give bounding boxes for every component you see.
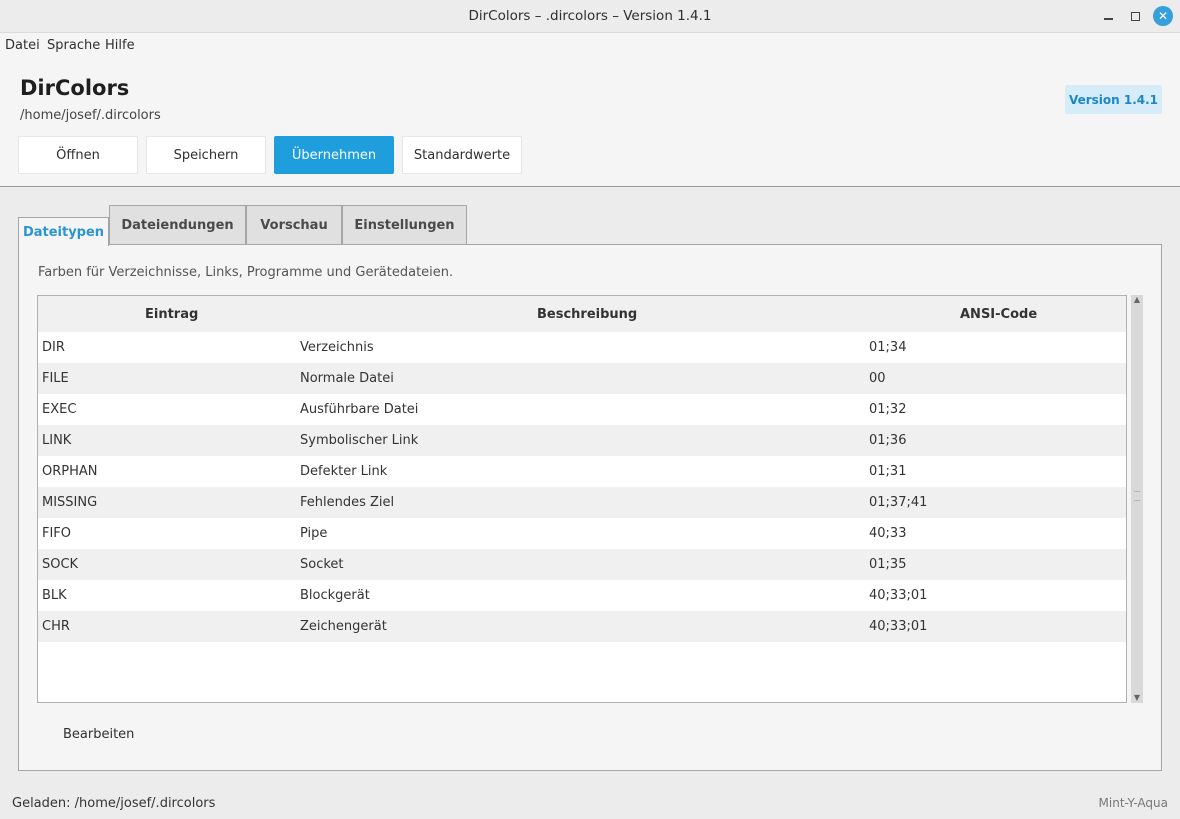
- table-row[interactable]: CHR Zeichengerät 40;33;01: [38, 611, 1126, 642]
- tab-einstellungen[interactable]: Einstellungen: [342, 205, 467, 245]
- cell-description: Zeichengerät: [300, 619, 387, 634]
- scroll-grip-icon[interactable]: [1134, 491, 1140, 501]
- tab-dateiendungen[interactable]: Dateiendungen: [109, 205, 246, 245]
- cell-ansi-code: 01;36: [869, 433, 907, 448]
- cell-ansi-code: 40;33: [869, 526, 907, 541]
- cell-description: Symbolischer Link: [300, 433, 419, 448]
- cell-entry: SOCK: [42, 557, 79, 572]
- apply-button[interactable]: Übernehmen: [274, 136, 394, 174]
- table-row[interactable]: DIR Verzeichnis 01;34: [38, 332, 1126, 363]
- table-row[interactable]: FIFO Pipe 40;33: [38, 518, 1126, 549]
- table-row[interactable]: MISSING Fehlendes Ziel 01;37;41: [38, 487, 1126, 518]
- status-message: Geladen: /home/josef/.dircolors: [12, 796, 216, 811]
- table-row[interactable]: LINK Symbolischer Link 01;36: [38, 425, 1126, 456]
- window-title: DirColors – .dircolors – Version 1.4.1: [468, 8, 712, 24]
- cell-description: Fehlendes Ziel: [300, 495, 395, 510]
- close-icon[interactable]: ✕: [1153, 6, 1173, 26]
- cell-ansi-code: 00: [869, 371, 886, 386]
- cell-description: Blockgerät: [300, 588, 370, 603]
- version-badge: Version 1.4.1: [1065, 85, 1162, 114]
- table-row[interactable]: BLK Blockgerät 40;33;01: [38, 580, 1126, 611]
- cell-ansi-code: 01;34: [869, 340, 907, 355]
- scroll-up-icon[interactable]: ▲: [1131, 295, 1143, 305]
- table-row[interactable]: ORPHAN Defekter Link 01;31: [38, 456, 1126, 487]
- table-row[interactable]: EXEC Ausführbare Datei 01;32: [38, 394, 1126, 425]
- cell-ansi-code: 40;33;01: [869, 619, 928, 634]
- status-bar: Geladen: /home/josef/.dircolors Mint-Y-A…: [0, 787, 1180, 819]
- tab-vorschau[interactable]: Vorschau: [246, 205, 342, 245]
- filetype-table: Eintrag Beschreibung ANSI-Code DIR Verze…: [37, 295, 1127, 703]
- table-header: Eintrag Beschreibung ANSI-Code: [38, 296, 1126, 332]
- minimize-icon[interactable]: [1099, 7, 1117, 25]
- tab-dateitypen[interactable]: Dateitypen: [18, 217, 109, 246]
- header: DirColors /home/josef/.dircolors Version…: [0, 58, 1180, 187]
- menu-bar: Datei Sprache Hilfe: [0, 33, 1180, 58]
- cell-entry: DIR: [42, 340, 65, 355]
- save-button[interactable]: Speichern: [146, 136, 266, 174]
- title-bar: DirColors – .dircolors – Version 1.4.1 ✕: [0, 0, 1180, 33]
- cell-description: Verzeichnis: [300, 340, 374, 355]
- cell-entry: CHR: [42, 619, 70, 634]
- cell-entry: ORPHAN: [42, 464, 98, 479]
- open-button[interactable]: Öffnen: [18, 136, 138, 174]
- cell-description: Defekter Link: [300, 464, 388, 479]
- cell-entry: FILE: [42, 371, 69, 386]
- cell-description: Socket: [300, 557, 344, 572]
- file-path: /home/josef/.dircolors: [20, 108, 161, 123]
- table-row[interactable]: FILE Normale Datei 00: [38, 363, 1126, 394]
- tab-panel: Farben für Verzeichnisse, Links, Program…: [18, 244, 1162, 771]
- cell-ansi-code: 01;32: [869, 402, 907, 417]
- cell-description: Pipe: [300, 526, 328, 541]
- theme-name: Mint-Y-Aqua: [1098, 796, 1168, 810]
- scroll-down-icon[interactable]: ▼: [1131, 693, 1143, 703]
- cell-ansi-code: 01;35: [869, 557, 907, 572]
- cell-description: Normale Datei: [300, 371, 394, 386]
- cell-ansi-code: 01;31: [869, 464, 907, 479]
- cell-ansi-code: 01;37;41: [869, 495, 928, 510]
- defaults-button[interactable]: Standardwerte: [402, 136, 522, 174]
- column-header-beschreibung[interactable]: Beschreibung: [537, 307, 637, 322]
- table-scrollbar[interactable]: ▲ ▼: [1131, 295, 1143, 703]
- edit-button[interactable]: Bearbeiten: [63, 727, 134, 742]
- cell-entry: FIFO: [42, 526, 72, 541]
- app-title: DirColors: [20, 76, 130, 100]
- cell-description: Ausführbare Datei: [300, 402, 419, 417]
- cell-entry: BLK: [42, 588, 67, 603]
- cell-entry: MISSING: [42, 495, 98, 510]
- column-header-ansi-code[interactable]: ANSI-Code: [960, 307, 1037, 322]
- menu-sprache[interactable]: Sprache: [47, 38, 100, 53]
- cell-entry: LINK: [42, 433, 72, 448]
- panel-description: Farben für Verzeichnisse, Links, Program…: [38, 265, 454, 280]
- column-header-eintrag[interactable]: Eintrag: [145, 307, 198, 322]
- cell-entry: EXEC: [42, 402, 77, 417]
- menu-datei[interactable]: Datei: [5, 38, 40, 53]
- cell-ansi-code: 40;33;01: [869, 588, 928, 603]
- menu-hilfe[interactable]: Hilfe: [105, 38, 135, 53]
- table-row[interactable]: SOCK Socket 01;35: [38, 549, 1126, 580]
- maximize-icon[interactable]: [1126, 7, 1144, 25]
